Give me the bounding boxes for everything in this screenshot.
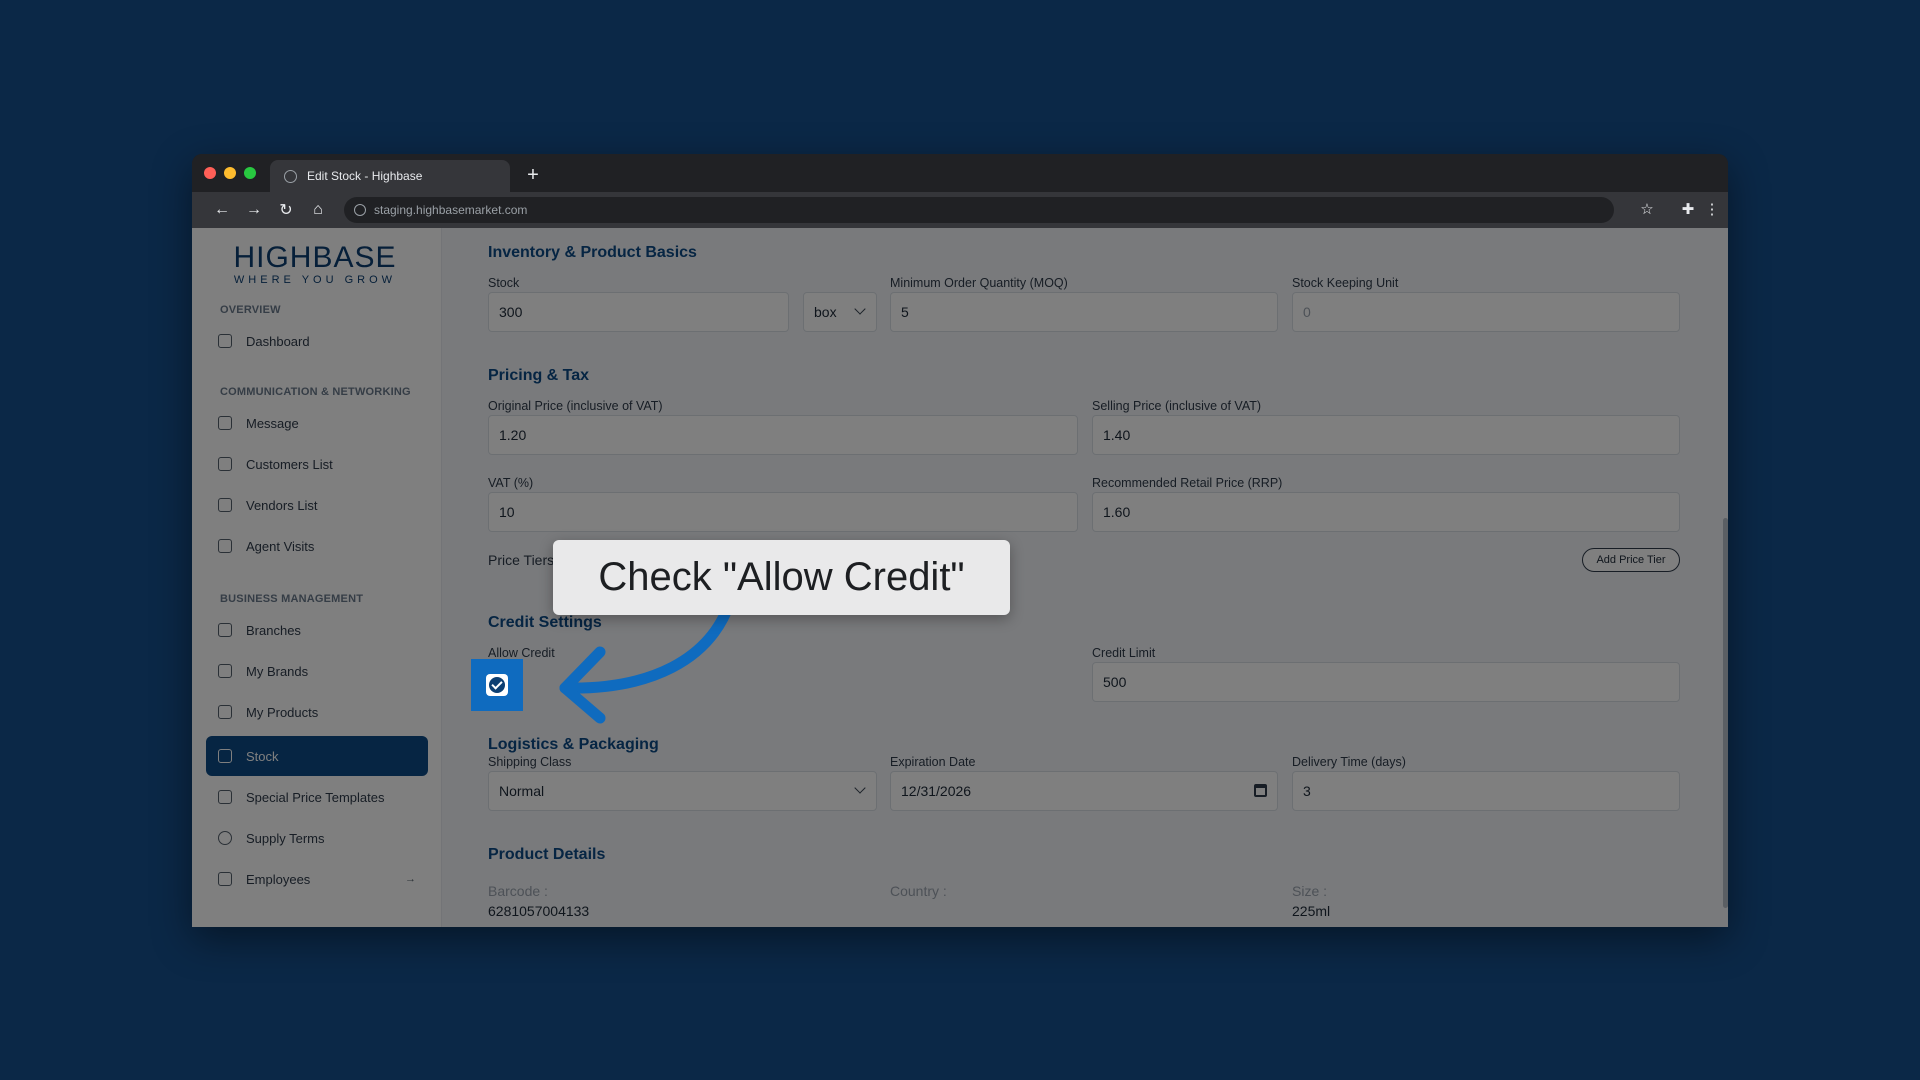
- tutorial-callout: Check "Allow Credit": [553, 540, 1010, 615]
